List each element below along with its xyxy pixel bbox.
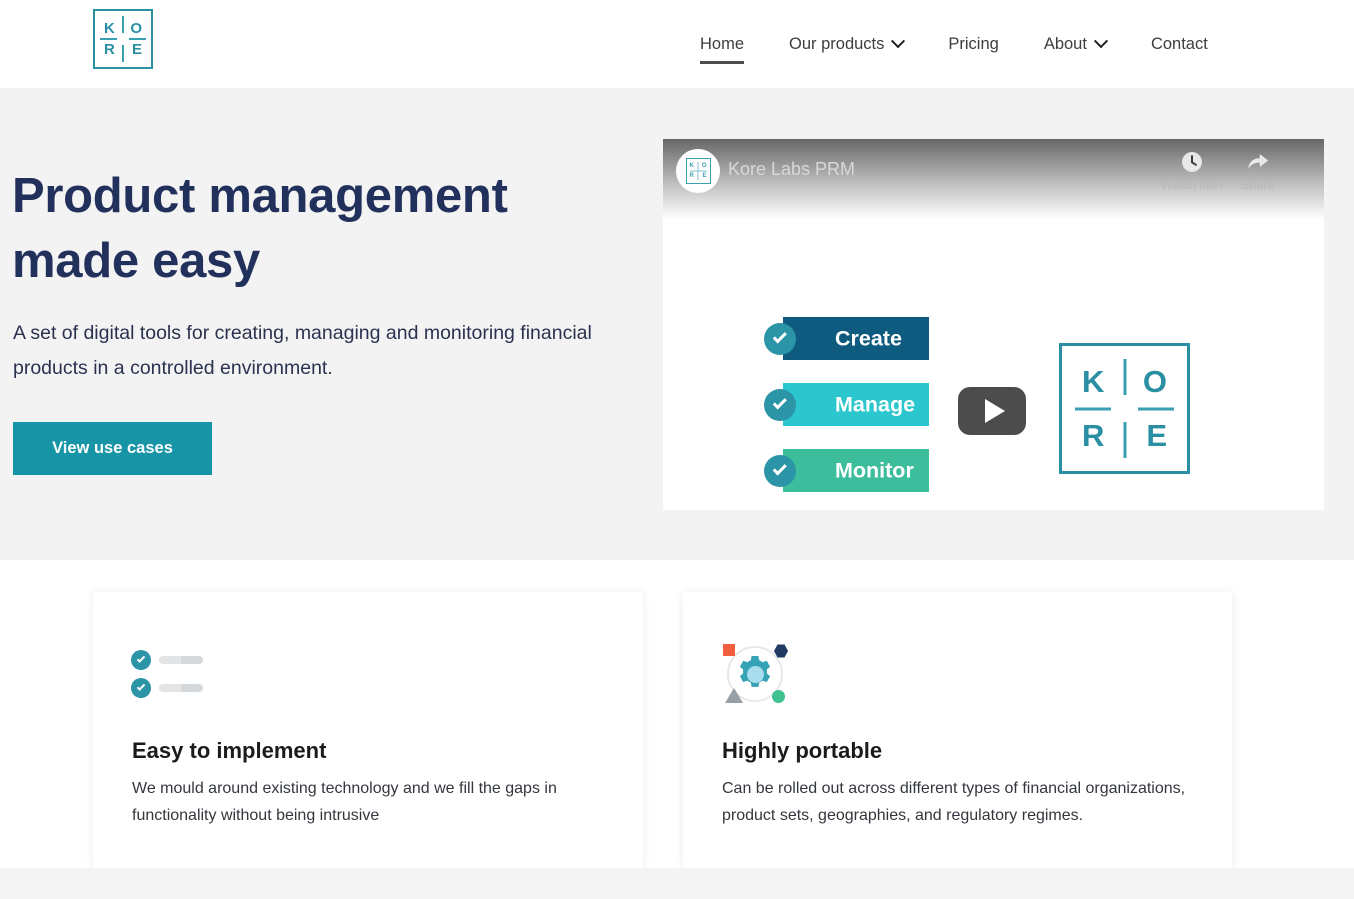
check-mark	[772, 395, 787, 410]
page-bottom-strip	[0, 868, 1354, 899]
logo-grid: K O R E	[95, 11, 151, 67]
clock-icon	[1182, 152, 1203, 172]
nav-item-label: Our products	[789, 35, 885, 53]
decoration-square	[723, 644, 735, 656]
features-section: Easy to implement We mould around existi…	[0, 560, 1354, 899]
logo-letter-o: O	[130, 20, 142, 37]
decoration-circle	[772, 690, 785, 703]
watch-later-label: Watch later	[1161, 178, 1224, 192]
video-logo-letter-o: O	[1142, 364, 1167, 399]
play-icon	[984, 399, 1005, 423]
logo-letter-e: E	[131, 41, 142, 58]
chevron-down-icon	[1093, 34, 1109, 49]
check-mark	[772, 329, 787, 344]
nav-item-label: Contact	[1150, 35, 1208, 53]
placeholder-bar	[159, 656, 203, 664]
avatar-letter-r: R	[689, 173, 694, 179]
nav-item-label: Home	[700, 35, 745, 53]
video-player[interactable]: K O R E Kore Labs PRM Watch later Share	[663, 139, 1324, 510]
kore-logo[interactable]: K O R E	[93, 9, 153, 69]
watch-later-button[interactable]: Watch later	[1161, 149, 1224, 192]
card-title: Highly portable	[722, 738, 883, 763]
logo-divider-top	[122, 16, 124, 33]
hero-subtitle: A set of digital tools for creating, man…	[13, 322, 592, 380]
step-monitor: Monitor	[764, 449, 929, 492]
logo-divider-bottom	[122, 45, 124, 62]
video-logo-letter-e: E	[1146, 418, 1167, 453]
video-logo-divider-left	[1075, 407, 1111, 410]
feature-card-easy-to-implement: Easy to implement We mould around existi…	[93, 592, 643, 868]
card-title: Easy to implement	[132, 738, 327, 763]
check-circle-icon	[764, 454, 796, 487]
logo-divider-left	[100, 38, 117, 40]
video-steps-graphic: Create Manage Monitor	[764, 317, 929, 510]
video-title[interactable]: Kore Labs PRM	[728, 159, 855, 180]
chevron-down-icon	[891, 34, 906, 49]
check-circle-icon	[764, 388, 796, 421]
gear-icon	[721, 640, 789, 708]
avatar-letter-o: O	[701, 163, 707, 169]
check-mark	[136, 682, 146, 691]
video-logo-divider-top	[1123, 359, 1126, 395]
placeholder-bar	[159, 684, 203, 692]
logo-letter-r: R	[104, 41, 115, 58]
video-logo-divider-bottom	[1123, 422, 1126, 458]
checklist-icon	[131, 650, 211, 700]
nav-item-home[interactable]: Home	[700, 22, 745, 66]
main-navigation: Home Our products Pricing About Contact	[700, 0, 1208, 88]
hero-section: Product management made easy A set of di…	[0, 88, 1354, 560]
check-circle-icon	[131, 678, 151, 698]
play-button[interactable]	[958, 387, 1026, 435]
check-mark	[772, 461, 787, 476]
nav-item-about[interactable]: About	[1043, 22, 1109, 66]
video-kore-logo: K O R E	[1059, 343, 1190, 474]
gear-center	[747, 666, 764, 683]
check-mark	[136, 654, 146, 663]
site-header: K O R E Home Our products Pricing About …	[0, 0, 1354, 88]
step-label: Monitor	[835, 458, 914, 482]
step-label: Manage	[835, 392, 916, 416]
nav-item-our-products[interactable]: Our products	[789, 22, 906, 66]
decoration-triangle	[725, 688, 743, 703]
card-body: We mould around existing technology and …	[132, 780, 557, 825]
avatar-kore-logo: K O R E	[685, 158, 711, 184]
check-circle-icon	[764, 322, 796, 355]
video-logo-letter-k: K	[1082, 364, 1105, 399]
avatar-letter-k: K	[689, 163, 694, 169]
view-use-cases-button[interactable]: View use cases	[13, 422, 212, 475]
step-manage: Manage	[764, 383, 929, 426]
nav-item-contact[interactable]: Contact	[1151, 22, 1208, 66]
step-label: Create	[835, 326, 902, 350]
logo-letter-k: K	[104, 20, 115, 37]
card-body: Can be rolled out across different types…	[722, 780, 1186, 825]
share-arrow-icon	[1247, 153, 1268, 170]
video-logo-letter-r: R	[1082, 418, 1105, 453]
channel-avatar[interactable]: K O R E	[676, 149, 720, 193]
nav-item-pricing[interactable]: Pricing	[948, 22, 998, 66]
checklist-row	[131, 678, 203, 698]
share-button[interactable]: Share	[1241, 149, 1274, 192]
share-label: Share	[1241, 178, 1275, 192]
checklist-row	[131, 650, 203, 670]
check-circle-icon	[131, 650, 151, 670]
avatar-letter-e: E	[702, 173, 707, 179]
nav-item-label: About	[1043, 35, 1087, 53]
page-title: Product management made easy	[12, 169, 508, 289]
nav-item-label: Pricing	[948, 35, 999, 53]
step-create: Create	[764, 317, 929, 360]
avatar-divider-horizontal	[689, 170, 707, 172]
logo-divider-right	[129, 38, 146, 40]
video-logo-divider-right	[1138, 407, 1174, 410]
feature-card-highly-portable: Highly portable Can be rolled out across…	[683, 592, 1232, 868]
